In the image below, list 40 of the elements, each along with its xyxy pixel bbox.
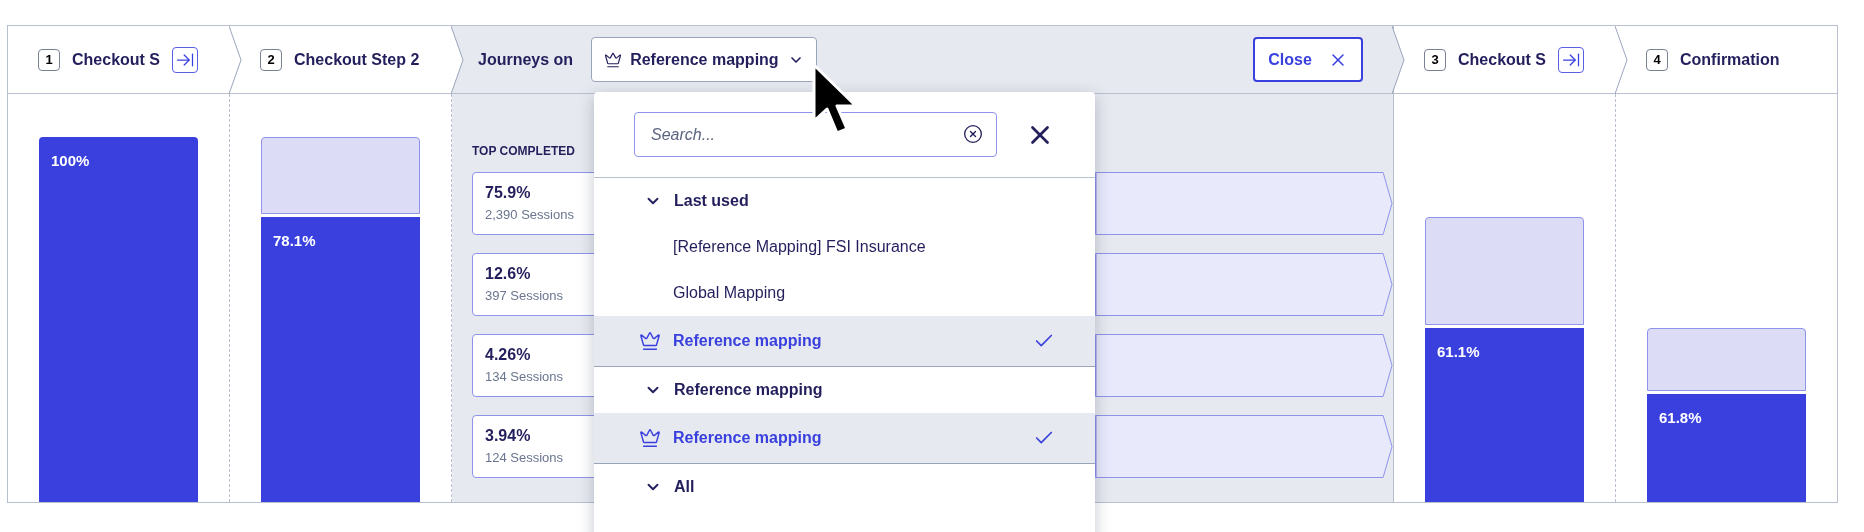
jump-button[interactable]: [172, 46, 198, 73]
step-title: Confirmation: [1680, 49, 1780, 70]
crown-icon: [639, 330, 661, 352]
session-count: 2,390 Sessions: [485, 206, 574, 224]
mapping-dropdown[interactable]: Reference mapping: [591, 37, 818, 82]
crown-icon: [639, 427, 661, 449]
path-percentage: 3.94%: [485, 426, 531, 446]
group-heading[interactable]: Reference mapping: [594, 367, 1095, 413]
step-number: 3: [1424, 48, 1446, 71]
path-percentage: 75.9%: [485, 183, 531, 203]
mapping-option[interactable]: Reference mapping: [594, 316, 1095, 367]
clear-search-icon[interactable]: [963, 124, 983, 144]
group-heading[interactable]: Last used: [594, 178, 1095, 224]
bar-percentage: 61.1%: [1437, 342, 1480, 360]
step-title: Checkout S: [72, 49, 160, 70]
session-count: 124 Sessions: [485, 449, 564, 467]
session-count: 397 Sessions: [485, 287, 564, 305]
close-button[interactable]: Close: [1253, 37, 1363, 82]
step-number: 4: [1646, 48, 1668, 71]
jump-button[interactable]: [1558, 46, 1584, 73]
chevron-divider: [1615, 26, 1628, 94]
step-title: Checkout Step 2: [294, 49, 420, 70]
bar-percentage: 100%: [51, 152, 90, 169]
crown-icon: [604, 50, 623, 69]
journeys-label: Journeys on: [478, 49, 574, 70]
step-number: 2: [260, 48, 282, 71]
bar-percentage: 61.8%: [1659, 409, 1702, 427]
mapping-option[interactable]: [Reference Mapping] FSI Insurance: [594, 224, 1095, 270]
mapping-option[interactable]: Reference mapping: [594, 413, 1095, 464]
path-percentage: 4.26%: [485, 345, 531, 365]
section-title: TOP COMPLETED: [472, 143, 576, 160]
step-title: Checkout S: [1458, 49, 1546, 70]
mapping-option[interactable]: Global Mapping: [594, 270, 1095, 316]
search-field[interactable]: Search...: [634, 112, 997, 157]
path-percentage: 12.6%: [485, 264, 531, 284]
chevron-divider: [229, 26, 242, 94]
bar-percentage: 78.1%: [273, 231, 316, 249]
step-number: 1: [38, 48, 60, 71]
session-count: 134 Sessions: [485, 368, 564, 386]
group-heading[interactable]: All: [594, 464, 1095, 510]
